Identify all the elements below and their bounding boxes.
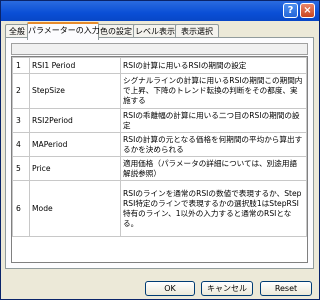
param-description: RSIのラインを通常のRSIの数値で表現するか、StepRSI特定のラインで表現… xyxy=(120,180,307,237)
panel-toolbar xyxy=(11,43,308,55)
param-name: Mode xyxy=(29,180,121,237)
help-button[interactable]: ? xyxy=(283,3,298,18)
cancel-button[interactable]: キャンセル xyxy=(201,281,253,296)
close-button[interactable]: × xyxy=(300,3,315,18)
tab-levels[interactable]: レベル表示 xyxy=(133,24,177,38)
param-description: 適用価格（パラメータの詳細については、別途用語解説参照） xyxy=(120,156,307,181)
param-number: 4 xyxy=(12,132,30,157)
param-name: MAPeriod xyxy=(29,132,121,157)
indicator-properties-dialog: ? × 全般 パラメーターの入力 色の設定 レベル表示 表示選択 1 RSI1 … xyxy=(0,0,320,300)
param-name: Price xyxy=(29,156,121,181)
ok-button[interactable]: OK xyxy=(145,281,195,296)
reset-button[interactable]: Reset xyxy=(260,281,312,296)
param-number: 2 xyxy=(12,73,30,109)
tab-input-parameters[interactable]: パラメーターの入力 xyxy=(27,22,100,40)
table-row[interactable]: 3 RSI2Period RSIの乖離幅の計算に用いる二つ目のRSIの期間の設定 xyxy=(12,108,307,133)
param-description: RSIの計算の元となる価格を何期間の平均から算出するかを決められる xyxy=(120,132,307,157)
param-name: StepSize xyxy=(29,73,121,109)
title-bar: ? × xyxy=(1,1,319,21)
param-description: RSIの乖離幅の計算に用いる二つ目のRSIの期間の設定 xyxy=(120,108,307,133)
tab-panel: 1 RSI1 Period RSIの計算に用いるRSIの期間の設定 2 Step… xyxy=(5,37,314,269)
tab-visualization[interactable]: 表示選択 xyxy=(175,24,219,38)
table-row[interactable]: 4 MAPeriod RSIの計算の元となる価格を何期間の平均から算出するかを決… xyxy=(12,132,307,157)
param-name: RSI2Period xyxy=(29,108,121,133)
table-row[interactable]: 1 RSI1 Period RSIの計算に用いるRSIの期間の設定 xyxy=(12,57,307,74)
table-row[interactable]: 5 Price 適用価格（パラメータの詳細については、別途用語解説参照） xyxy=(12,156,307,181)
param-name: RSI1 Period xyxy=(29,57,121,74)
param-description: シグナルラインの計算に用いるRSIの期間この期間内で上昇、下降のトレンド転換の判… xyxy=(120,73,307,109)
param-number: 6 xyxy=(12,180,30,237)
param-number: 5 xyxy=(12,156,30,181)
tab-colors[interactable]: 色の設定 xyxy=(97,24,135,38)
param-number: 3 xyxy=(12,108,30,133)
param-number: 1 xyxy=(12,57,30,74)
table-row[interactable]: 6 Mode RSIのラインを通常のRSIの数値で表現するか、StepRSI特定… xyxy=(12,180,307,237)
param-description: RSIの計算に用いるRSIの期間の設定 xyxy=(120,57,307,74)
table-row[interactable]: 2 StepSize シグナルラインの計算に用いるRSIの期間この期間内で上昇、… xyxy=(12,73,307,109)
parameter-table: 1 RSI1 Period RSIの計算に用いるRSIの期間の設定 2 Step… xyxy=(12,57,307,237)
parameter-grid: 1 RSI1 Period RSIの計算に用いるRSIの期間の設定 2 Step… xyxy=(11,56,308,263)
tab-general[interactable]: 全般 xyxy=(5,24,29,38)
